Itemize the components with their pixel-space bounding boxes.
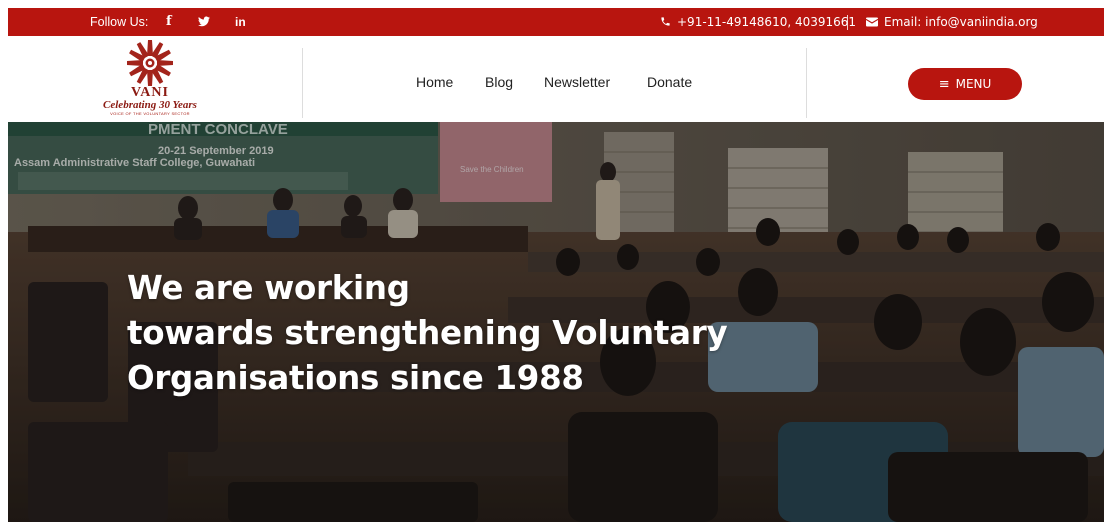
menu-label: MENU xyxy=(955,77,992,91)
logo-text: VANI Celebrating 30 Years VOICE OF THE V… xyxy=(96,86,204,117)
hero-heading: We are working towards strengthening Vol… xyxy=(127,266,728,401)
phone-contact[interactable]: +91-11-49148610, 40391661 xyxy=(660,8,856,36)
phone-icon xyxy=(660,9,671,37)
logo-subtitle: VOICE OF THE VOLUNTARY SECTOR xyxy=(110,111,190,116)
follow-us-label: Follow Us: xyxy=(90,15,149,29)
hero-banner: PMENT CONCLAVE 20-21 September 2019 Assa… xyxy=(8,122,1104,522)
menu-button[interactable]: ≡ MENU xyxy=(908,68,1022,100)
facebook-icon[interactable]: f xyxy=(166,8,172,36)
site-header: VANI Celebrating 30 Years VOICE OF THE V… xyxy=(8,36,1104,122)
logo-tagline: Celebrating 30 Years xyxy=(103,99,197,111)
logo-name: VANI xyxy=(131,85,169,100)
email-address: Email: info@vaniindia.org xyxy=(884,15,1038,29)
logo[interactable]: VANI Celebrating 30 Years VOICE OF THE V… xyxy=(96,38,214,122)
top-bar: Follow Us: f in +91-11-49148610, 4039166… xyxy=(8,8,1104,36)
hero-heading-line: We are working xyxy=(127,269,410,307)
hero-heading-line: Organisations since 1988 xyxy=(127,359,584,397)
contact-divider xyxy=(847,15,848,30)
email-contact[interactable]: Email: info@vaniindia.org xyxy=(866,8,1038,36)
header-divider-right xyxy=(806,48,807,118)
phone-number: +91-11-49148610, 40391661 xyxy=(677,15,857,29)
linkedin-icon[interactable]: in xyxy=(235,8,246,36)
page: Follow Us: f in +91-11-49148610, 4039166… xyxy=(0,0,1104,522)
nav-donate[interactable]: Donate xyxy=(647,74,692,90)
envelope-icon xyxy=(866,9,878,37)
nav-newsletter[interactable]: Newsletter xyxy=(544,74,610,90)
twitter-icon[interactable] xyxy=(198,9,210,37)
nav-blog[interactable]: Blog xyxy=(485,74,513,90)
nav-home[interactable]: Home xyxy=(416,74,453,90)
hero-heading-line: towards strengthening Voluntary xyxy=(127,314,728,352)
vani-emblem-icon xyxy=(127,40,173,86)
hamburger-icon: ≡ xyxy=(938,76,950,92)
header-divider-left xyxy=(302,48,303,118)
